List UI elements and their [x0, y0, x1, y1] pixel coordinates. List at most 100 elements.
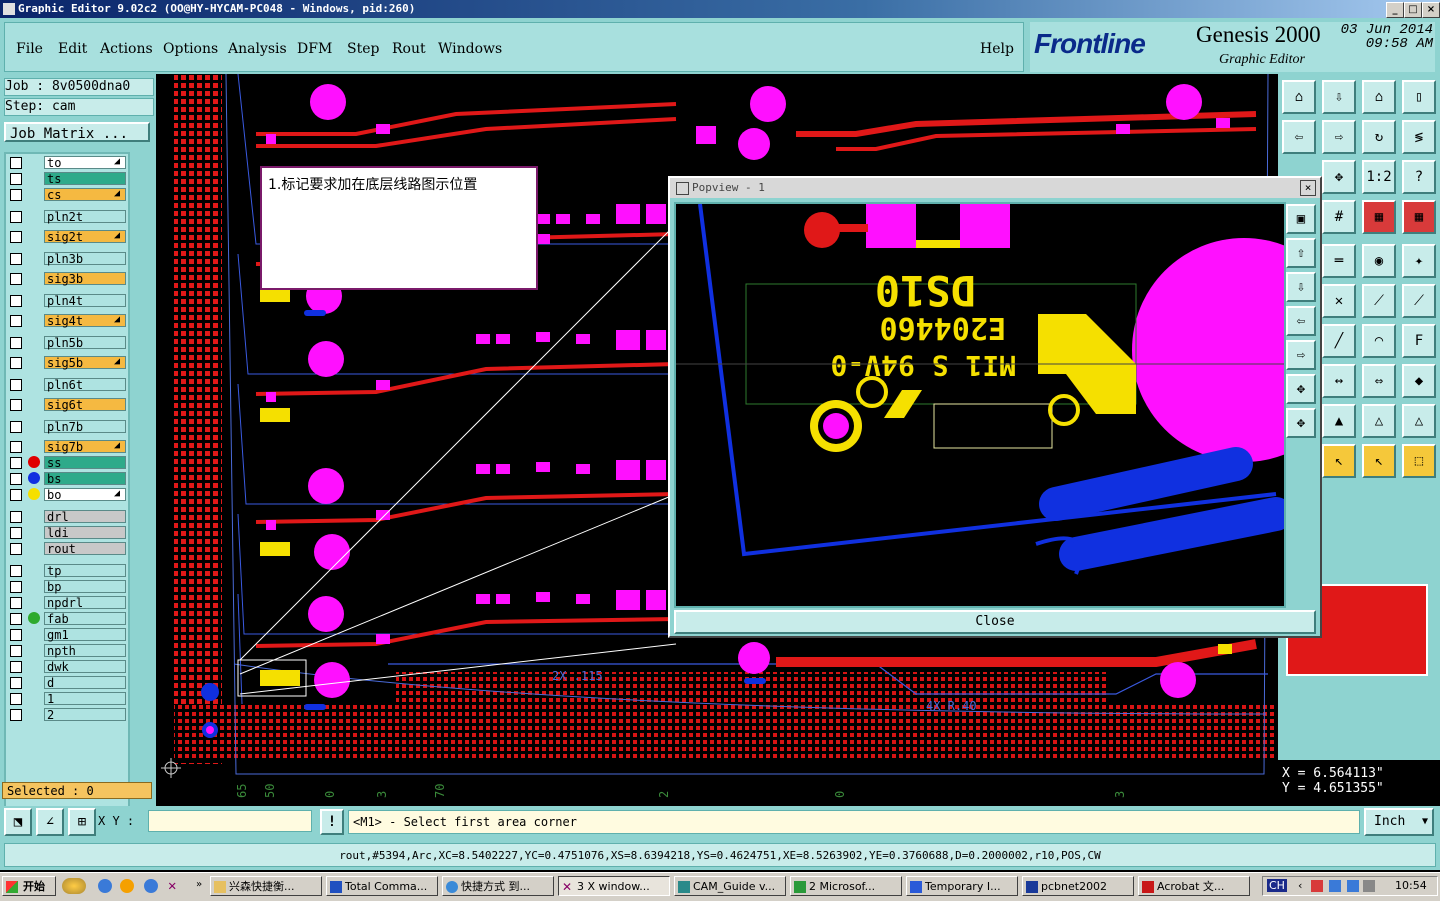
- layer-checkbox[interactable]: [10, 693, 22, 705]
- menu-help[interactable]: Help: [980, 41, 1014, 57]
- layer-checkbox[interactable]: [10, 489, 22, 501]
- task-cam-guide[interactable]: CAM_Guide v...: [674, 876, 786, 896]
- layer-name[interactable]: ts: [44, 172, 126, 186]
- language-indicator[interactable]: CH: [1267, 879, 1287, 892]
- more-quicklaunch-icon[interactable]: »: [196, 879, 202, 890]
- layer-row[interactable]: pln2t: [10, 210, 126, 224]
- layer-checkbox[interactable]: [10, 315, 22, 327]
- distance-icon[interactable]: ⇔: [1362, 364, 1396, 398]
- task-xingsen[interactable]: 兴森快捷衡...: [210, 876, 322, 896]
- layer-name[interactable]: 1: [44, 692, 126, 706]
- layer-name[interactable]: pln5b: [44, 336, 126, 350]
- connect-blue-icon[interactable]: ⟋: [1402, 284, 1436, 318]
- layer-row[interactable]: pln4t: [10, 294, 126, 308]
- layer-name[interactable]: ldi: [44, 526, 126, 540]
- popview-zoom-icon[interactable]: ▣: [1286, 204, 1316, 234]
- tray-icon-2[interactable]: [1329, 880, 1341, 892]
- layer-checkbox[interactable]: [10, 337, 22, 349]
- layer-checkbox[interactable]: [10, 231, 22, 243]
- task-pcbnet[interactable]: pcbnet2002: [1022, 876, 1134, 896]
- layer-name[interactable]: bp: [44, 580, 126, 594]
- layer-row[interactable]: pln6t: [10, 378, 126, 392]
- layer-select-icon[interactable]: ▦: [1402, 200, 1436, 234]
- zoom-1-2-icon[interactable]: 1:2: [1362, 160, 1396, 194]
- redraw-icon[interactable]: ↻: [1362, 120, 1396, 154]
- popview-left-icon[interactable]: ⇦: [1286, 306, 1316, 336]
- layer-row[interactable]: ldi: [10, 526, 126, 540]
- home-view-icon[interactable]: ⌂: [1362, 80, 1396, 114]
- popview-right-icon[interactable]: ⇨: [1286, 340, 1316, 370]
- clock-icon[interactable]: [120, 879, 134, 893]
- x-icon[interactable]: ✕: [168, 878, 176, 894]
- task-microsoft[interactable]: 2 Microsof...: [790, 876, 902, 896]
- layer-row[interactable]: 2: [10, 708, 126, 722]
- pan-right-icon[interactable]: ⇨: [1322, 120, 1356, 154]
- units-selector[interactable]: Inch ▼: [1364, 808, 1434, 836]
- menu-rout[interactable]: Rout: [392, 41, 426, 57]
- pointer-icon[interactable]: ↖: [1322, 444, 1356, 478]
- layer-checkbox[interactable]: [10, 527, 22, 539]
- layer-name[interactable]: bs: [44, 472, 126, 486]
- layer-name[interactable]: fab: [44, 612, 126, 626]
- measure-icon[interactable]: ↔: [1322, 364, 1356, 398]
- layer-row[interactable]: dwk: [10, 660, 126, 674]
- tray-expand-icon[interactable]: ‹: [1297, 879, 1304, 892]
- layer-name[interactable]: npdrl: [44, 596, 126, 610]
- layer-row[interactable]: d: [10, 676, 126, 690]
- net-icon[interactable]: ✦: [1402, 244, 1436, 278]
- layer-checkbox[interactable]: [10, 629, 22, 641]
- angle-icon[interactable]: ∠: [36, 808, 64, 836]
- browser-icon[interactable]: [144, 879, 158, 893]
- snap-corner-icon[interactable]: ⬔: [4, 808, 32, 836]
- fill-icon[interactable]: F: [1402, 324, 1436, 358]
- layer-name[interactable]: drl: [44, 510, 126, 524]
- layer-row[interactable]: to ◢: [10, 156, 126, 170]
- layer-checkbox[interactable]: [10, 511, 22, 523]
- layer-checkbox[interactable]: [10, 473, 22, 485]
- menu-actions[interactable]: Actions: [100, 41, 153, 57]
- task-shortcut[interactable]: 快捷方式 到...: [442, 876, 554, 896]
- layer-checkbox[interactable]: [10, 273, 22, 285]
- connect-icon[interactable]: ⟋: [1362, 284, 1396, 318]
- layer-row[interactable]: drl: [10, 510, 126, 524]
- split-view-icon[interactable]: ▯: [1402, 80, 1436, 114]
- layer-row[interactable]: sig7b ◢: [10, 440, 126, 454]
- layer-row[interactable]: fab: [10, 612, 126, 626]
- popview-center-icon[interactable]: ✥: [1286, 408, 1316, 438]
- layer-row[interactable]: sig4t ◢: [10, 314, 126, 328]
- tray-icon-1[interactable]: [1311, 880, 1323, 892]
- menu-step[interactable]: Step: [347, 41, 379, 57]
- menu-options[interactable]: Options: [163, 41, 218, 57]
- layer-checkbox[interactable]: [10, 709, 22, 721]
- layer-checkbox[interactable]: [10, 613, 22, 625]
- menu-windows[interactable]: Windows: [438, 41, 502, 57]
- layer-checkbox[interactable]: [10, 399, 22, 411]
- layer-name[interactable]: tp: [44, 564, 126, 578]
- shapes-icon[interactable]: ◆: [1402, 364, 1436, 398]
- layer-checkbox[interactable]: [10, 565, 22, 577]
- quicklaunch-icon[interactable]: [62, 878, 86, 894]
- layer-name[interactable]: rout: [44, 542, 126, 556]
- layer-row[interactable]: pln7b: [10, 420, 126, 434]
- menu-dfm[interactable]: DFM: [297, 41, 332, 57]
- pan-down-icon[interactable]: ⇩: [1322, 80, 1356, 114]
- layer-name[interactable]: npth: [44, 644, 126, 658]
- layer-checkbox[interactable]: [10, 295, 22, 307]
- popview-window[interactable]: Popview - 1 × DS10 E204460 MI1 S 94V-0 C…: [668, 176, 1322, 638]
- layer-name[interactable]: pln7b: [44, 420, 126, 434]
- popview-fit-icon[interactable]: ✥: [1286, 374, 1316, 404]
- layer-checkbox[interactable]: [10, 581, 22, 593]
- task-x-window[interactable]: ✕ 3 X window...: [558, 876, 670, 896]
- snap-icon[interactable]: ✕: [1322, 284, 1356, 318]
- layer-name[interactable]: pln3b: [44, 252, 126, 266]
- layer-row[interactable]: sig5b ◢: [10, 356, 126, 370]
- layer-row[interactable]: sig6t: [10, 398, 126, 412]
- zigzag-icon[interactable]: ≶: [1402, 120, 1436, 154]
- menu-edit[interactable]: Edit: [58, 41, 87, 57]
- layer-row[interactable]: npdrl: [10, 596, 126, 610]
- area-icon[interactable]: △: [1362, 404, 1396, 438]
- layer-checkbox[interactable]: [10, 379, 22, 391]
- popview-close-icon[interactable]: ×: [1300, 180, 1316, 196]
- layer-checkbox[interactable]: [10, 677, 22, 689]
- layer-name[interactable]: pln4t: [44, 294, 126, 308]
